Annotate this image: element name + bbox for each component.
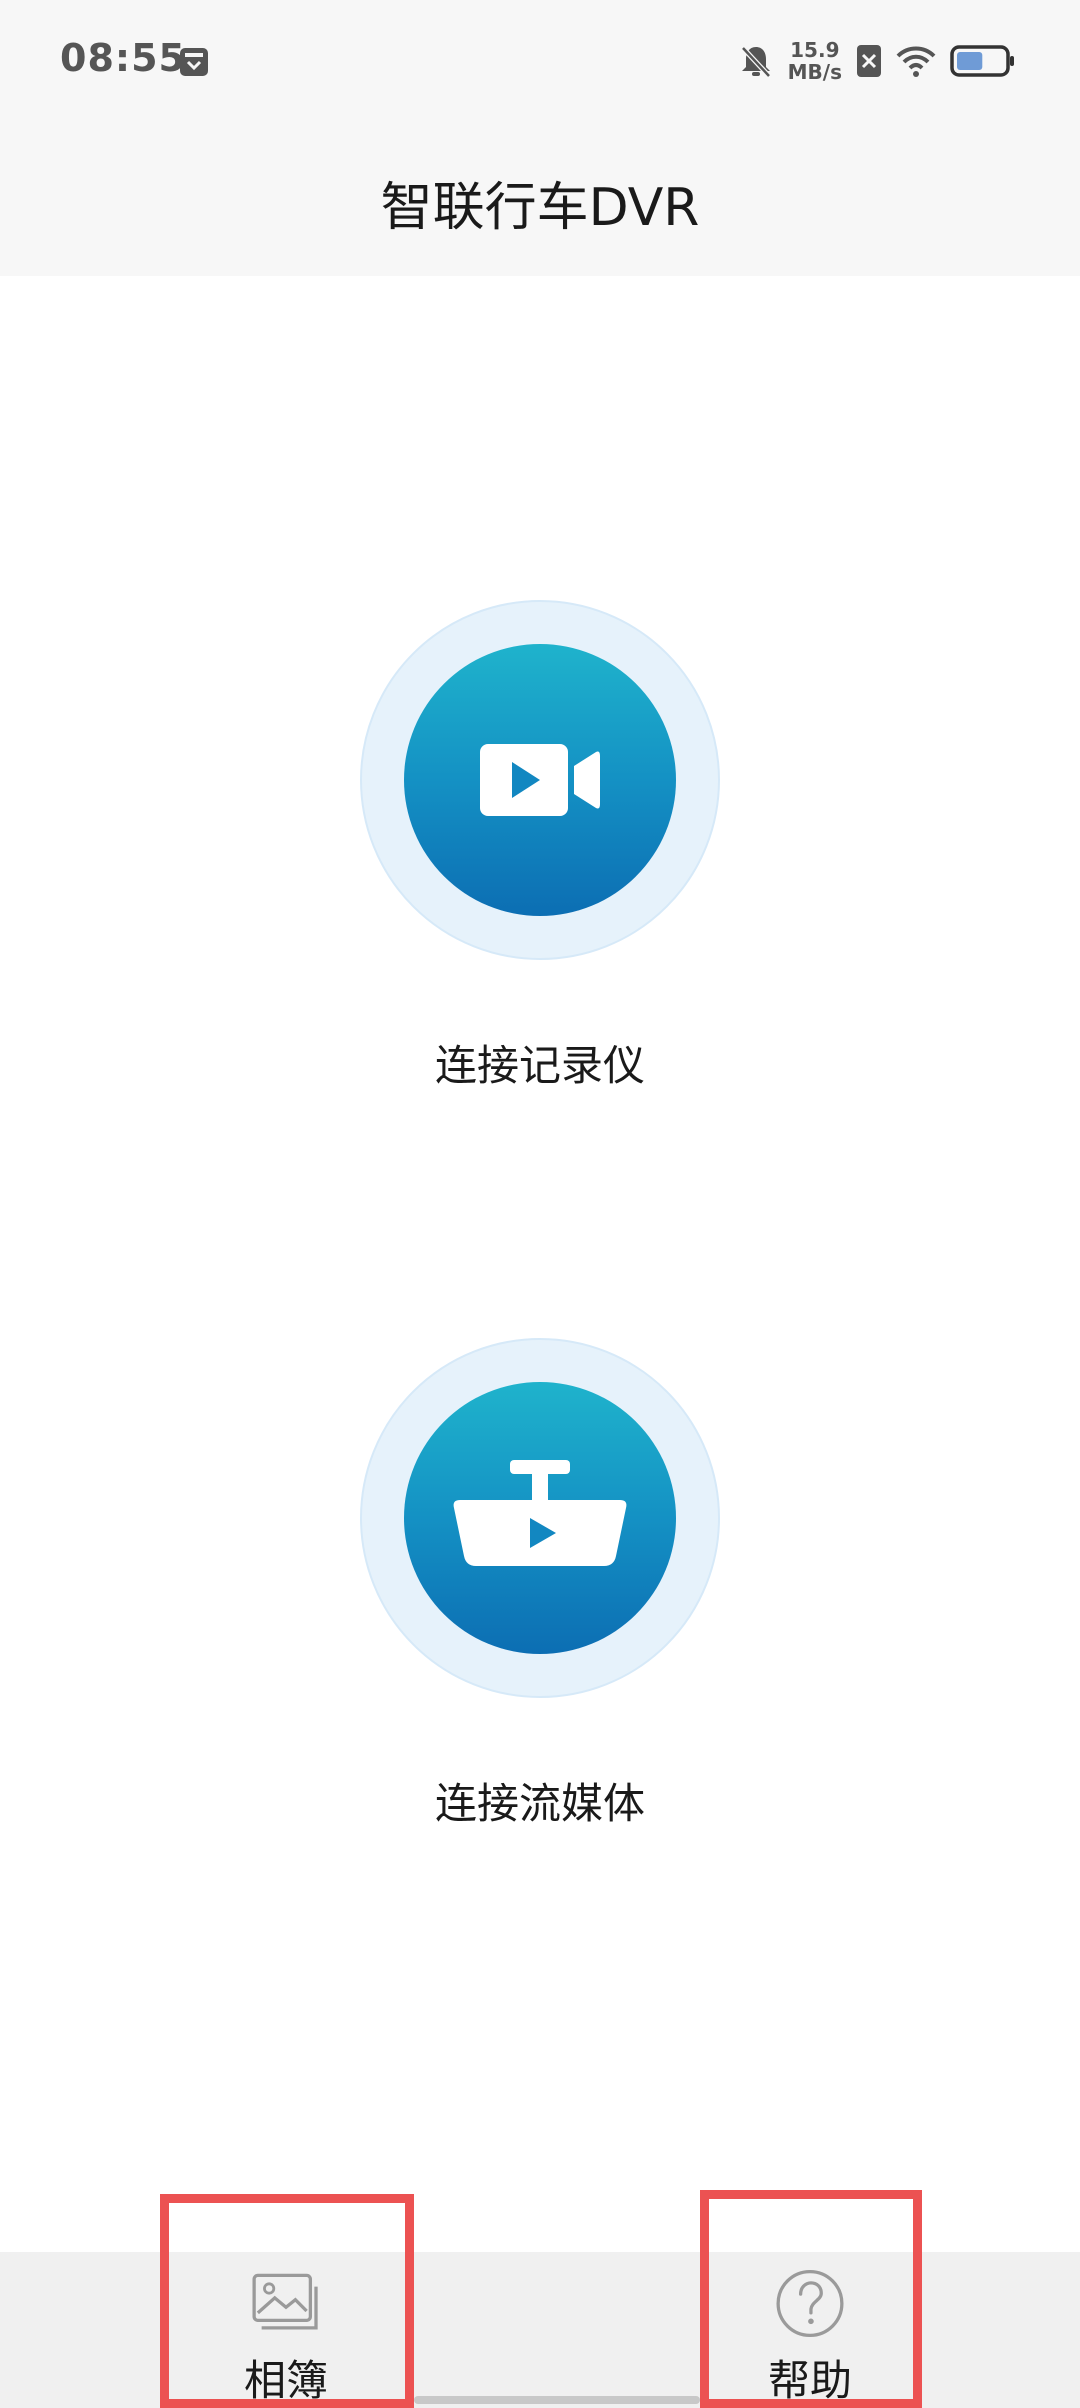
- nav-item-album[interactable]: 相簿: [160, 2252, 412, 2408]
- status-bar: 08:55 15.9 MB/s: [0, 0, 1080, 128]
- network-speed-unit: MB/s: [787, 60, 842, 84]
- sim-no-signal-icon: [857, 45, 881, 77]
- nav-label-album: 相簿: [243, 2356, 328, 2405]
- image-gallery-icon: [252, 2273, 318, 2330]
- network-speed: 15.9 MB/s: [788, 39, 842, 83]
- status-time: 08:55: [60, 36, 186, 80]
- network-speed-value: 15.9: [790, 38, 840, 62]
- nav-item-help[interactable]: 帮助: [700, 2252, 920, 2408]
- home-indicator: [414, 2396, 700, 2404]
- app-notification-icon: [180, 48, 208, 76]
- connect-stream-action: 连接流媒体: [0, 1338, 1080, 1831]
- status-icons: 15.9 MB/s: [738, 36, 1016, 86]
- connect-recorder-label: 连接记录仪: [434, 1041, 645, 1090]
- help-circle-icon: [776, 2269, 844, 2338]
- rearview-mirror-icon: [453, 1460, 627, 1566]
- bottom-nav: 相簿 帮助: [0, 2252, 1080, 2408]
- nav-label-help: 帮助: [767, 2356, 852, 2405]
- connect-recorder-button[interactable]: [360, 600, 720, 960]
- connect-recorder-circle: [404, 644, 676, 916]
- battery-icon: [950, 45, 1014, 77]
- connect-stream-circle: [404, 1382, 676, 1654]
- connect-stream-button[interactable]: [360, 1338, 720, 1698]
- mute-bell-icon: [740, 46, 771, 78]
- app-header: 智联行车DVR: [0, 128, 1080, 276]
- video-camera-icon: [480, 744, 600, 816]
- wifi-icon: [896, 46, 936, 77]
- connect-recorder-action: 连接记录仪: [0, 600, 1080, 1093]
- page-title: 智联行车DVR: [380, 177, 700, 238]
- screen: 08:55 15.9 MB/s 智联行车DVR 连接记录仪 连接流媒体 相簿 帮…: [0, 0, 1080, 2408]
- connect-stream-label: 连接流媒体: [434, 1779, 645, 1828]
